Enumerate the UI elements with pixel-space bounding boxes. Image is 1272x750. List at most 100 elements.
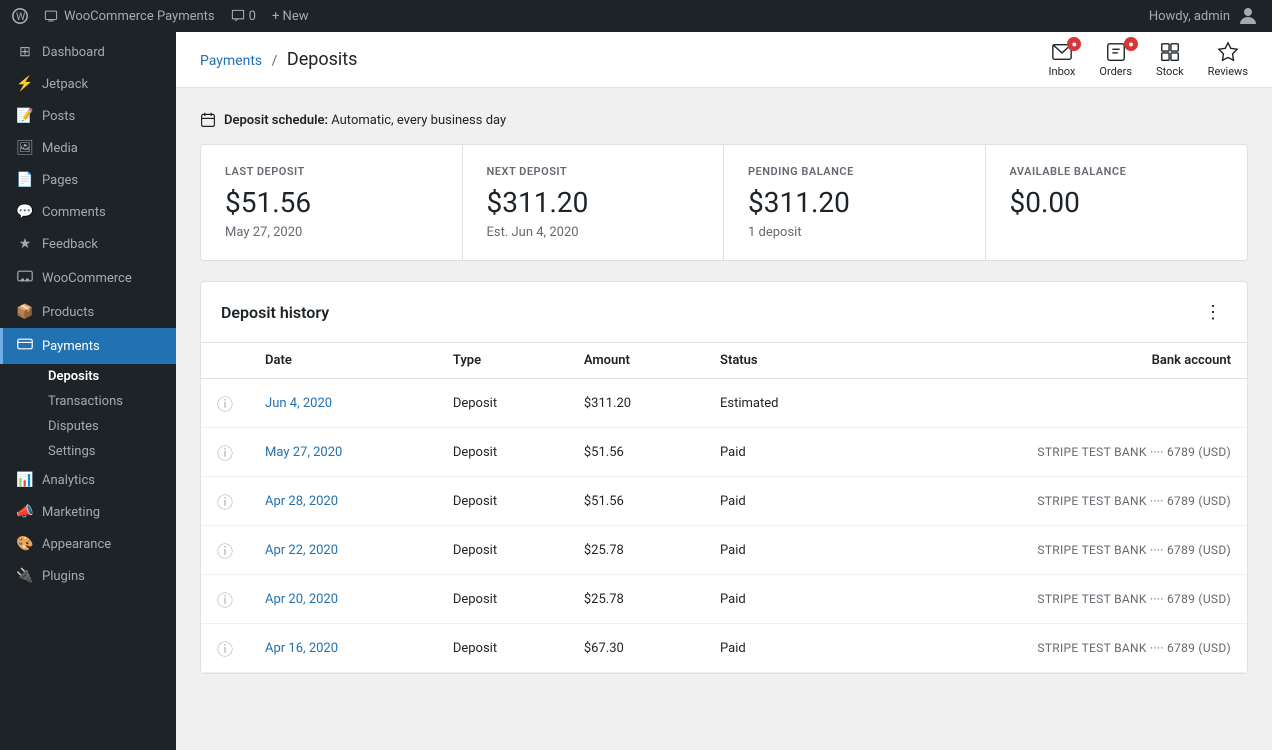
row-status: Paid	[704, 624, 859, 673]
row-date[interactable]: Jun 4, 2020	[249, 379, 437, 428]
row-info-icon[interactable]: ⓘ	[201, 477, 249, 526]
sidebar-item-dashboard[interactable]: ⊞ Dashboard	[0, 36, 176, 68]
comments-link[interactable]: 0	[231, 9, 256, 24]
last-deposit-sub: May 27, 2020	[225, 225, 438, 240]
breadcrumb-link[interactable]: Payments	[200, 53, 262, 69]
sidebar-item-products[interactable]: 📦 Products	[0, 296, 176, 328]
pending-balance-value: $311.20	[748, 186, 961, 219]
row-type: Deposit	[437, 379, 568, 428]
stat-pending-balance: PENDING BALANCE $311.20 1 deposit	[724, 145, 986, 260]
row-status: Paid	[704, 526, 859, 575]
site-name[interactable]: WooCommerce Payments	[44, 9, 215, 24]
reviews-button[interactable]: Reviews	[1208, 41, 1248, 78]
table-row: ⓘ Apr 16, 2020 Deposit $67.30 Paid STRIP…	[201, 624, 1247, 673]
dashboard-icon: ⊞	[16, 44, 34, 60]
table-row: ⓘ Apr 20, 2020 Deposit $25.78 Paid STRIP…	[201, 575, 1247, 624]
row-status: Paid	[704, 477, 859, 526]
deposit-schedule-label: Deposit schedule: Automatic, every busin…	[224, 113, 506, 128]
row-date[interactable]: Apr 20, 2020	[249, 575, 437, 624]
row-amount: $25.78	[568, 526, 704, 575]
sidebar-item-comments[interactable]: 💬 Comments	[0, 196, 176, 228]
stats-grid: LAST DEPOSIT $51.56 May 27, 2020 NEXT DE…	[200, 144, 1248, 261]
toolbar-icons: ● Inbox ● Orders Stock Reviews	[1049, 41, 1248, 78]
payments-icon	[16, 336, 34, 356]
products-icon: 📦	[16, 304, 34, 320]
row-bank: STRIPE TEST BANK ···· 6789 (USD)	[859, 526, 1247, 575]
next-deposit-sub: Est. Jun 4, 2020	[487, 225, 700, 240]
table-row: ⓘ Apr 22, 2020 Deposit $25.78 Paid STRIP…	[201, 526, 1247, 575]
sidebar-item-pages[interactable]: 📄 Pages	[0, 164, 176, 196]
row-info-icon[interactable]: ⓘ	[201, 624, 249, 673]
submenu-disputes[interactable]: Disputes	[16, 414, 176, 439]
row-type: Deposit	[437, 526, 568, 575]
sidebar-item-marketing[interactable]: 📣 Marketing	[0, 496, 176, 528]
available-balance-label: AVAILABLE BALANCE	[1010, 165, 1224, 178]
stock-button[interactable]: Stock	[1156, 41, 1184, 78]
breadcrumb-current: Deposits	[287, 49, 358, 70]
submenu-deposits[interactable]: Deposits	[16, 364, 176, 389]
new-button[interactable]: + New	[272, 9, 309, 24]
inbox-button[interactable]: ● Inbox	[1049, 41, 1076, 78]
sidebar-item-analytics[interactable]: 📊 Analytics	[0, 464, 176, 496]
content-header: Payments / Deposits ● Inbox ● Orders Sto…	[176, 32, 1272, 88]
appearance-icon: 🎨	[16, 536, 34, 552]
row-date[interactable]: May 27, 2020	[249, 428, 437, 477]
payments-submenu: Deposits Transactions Disputes Settings	[0, 364, 176, 464]
stat-available-balance: AVAILABLE BALANCE $0.00	[986, 145, 1248, 260]
deposit-history-title: Deposit history	[221, 303, 329, 322]
pages-icon: 📄	[16, 172, 34, 188]
deposit-history-header: Deposit history ⋮	[201, 282, 1247, 343]
last-deposit-label: LAST DEPOSIT	[225, 165, 438, 178]
row-date[interactable]: Apr 28, 2020	[249, 477, 437, 526]
row-info-icon[interactable]: ⓘ	[201, 526, 249, 575]
row-bank: STRIPE TEST BANK ···· 6789 (USD)	[859, 477, 1247, 526]
row-bank: STRIPE TEST BANK ···· 6789 (USD)	[859, 624, 1247, 673]
sidebar: ⊞ Dashboard ⚡ Jetpack 📝 Posts 🖼 Media 📄 …	[0, 32, 176, 750]
inbox-badge: ●	[1067, 37, 1081, 51]
table-row: ⓘ May 27, 2020 Deposit $51.56 Paid STRIP…	[201, 428, 1247, 477]
wp-logo[interactable]: W	[12, 8, 28, 24]
row-info-icon[interactable]: ⓘ	[201, 428, 249, 477]
row-date[interactable]: Apr 22, 2020	[249, 526, 437, 575]
feedback-icon: ★	[16, 236, 34, 252]
media-icon: 🖼	[16, 140, 34, 156]
col-bank: Bank account	[859, 343, 1247, 379]
table-row: ⓘ Jun 4, 2020 Deposit $311.20 Estimated	[201, 379, 1247, 428]
sidebar-item-woocommerce[interactable]: WooCommerce	[0, 260, 176, 296]
more-options-button[interactable]: ⋮	[1199, 298, 1227, 326]
marketing-icon: 📣	[16, 504, 34, 520]
col-amount: Amount	[568, 343, 704, 379]
jetpack-icon: ⚡	[16, 76, 34, 92]
sidebar-item-payments[interactable]: Payments	[0, 328, 176, 364]
submenu-settings[interactable]: Settings	[16, 439, 176, 464]
sidebar-item-posts[interactable]: 📝 Posts	[0, 100, 176, 132]
row-info-icon[interactable]: ⓘ	[201, 379, 249, 428]
content-area: Payments / Deposits ● Inbox ● Orders Sto…	[176, 32, 1272, 750]
row-info-icon[interactable]: ⓘ	[201, 575, 249, 624]
row-date[interactable]: Apr 16, 2020	[249, 624, 437, 673]
row-amount: $25.78	[568, 575, 704, 624]
row-amount: $51.56	[568, 477, 704, 526]
row-amount: $51.56	[568, 428, 704, 477]
content-body: Deposit schedule: Automatic, every busin…	[176, 88, 1272, 750]
calendar-icon	[200, 112, 216, 128]
sidebar-item-feedback[interactable]: ★ Feedback	[0, 228, 176, 260]
admin-info: Howdy, admin	[1149, 4, 1260, 28]
sidebar-item-appearance[interactable]: 🎨 Appearance	[0, 528, 176, 560]
stat-next-deposit: NEXT DEPOSIT $311.20 Est. Jun 4, 2020	[463, 145, 725, 260]
submenu-transactions[interactable]: Transactions	[16, 389, 176, 414]
col-date[interactable]: Date	[249, 343, 437, 379]
top-bar: W WooCommerce Payments 0 + New Howdy, ad…	[0, 0, 1272, 32]
next-deposit-value: $311.20	[487, 186, 700, 219]
comments-icon: 💬	[16, 204, 34, 220]
row-type: Deposit	[437, 575, 568, 624]
sidebar-item-media[interactable]: 🖼 Media	[0, 132, 176, 164]
orders-button[interactable]: ● Orders	[1099, 41, 1132, 78]
sidebar-item-jetpack[interactable]: ⚡ Jetpack	[0, 68, 176, 100]
row-bank	[859, 379, 1247, 428]
sidebar-item-plugins[interactable]: 🔌 Plugins	[0, 560, 176, 592]
row-type: Deposit	[437, 428, 568, 477]
analytics-icon: 📊	[16, 472, 34, 488]
orders-badge: ●	[1124, 37, 1138, 51]
pending-balance-sub: 1 deposit	[748, 225, 961, 240]
